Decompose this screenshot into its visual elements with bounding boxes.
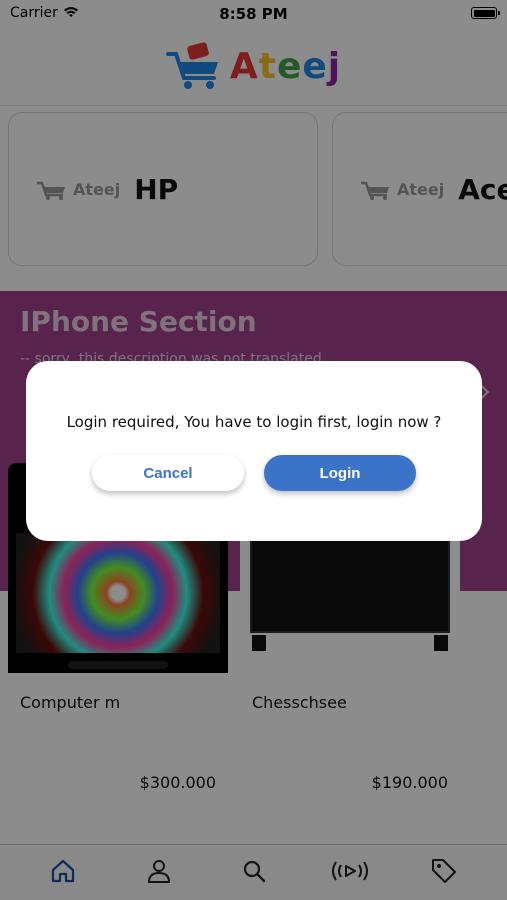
cancel-button[interactable]: Cancel bbox=[92, 455, 244, 491]
login-button[interactable]: Login bbox=[264, 455, 416, 491]
login-required-dialog: Login required, You have to login first,… bbox=[26, 361, 482, 541]
dialog-message: Login required, You have to login first,… bbox=[66, 413, 442, 431]
